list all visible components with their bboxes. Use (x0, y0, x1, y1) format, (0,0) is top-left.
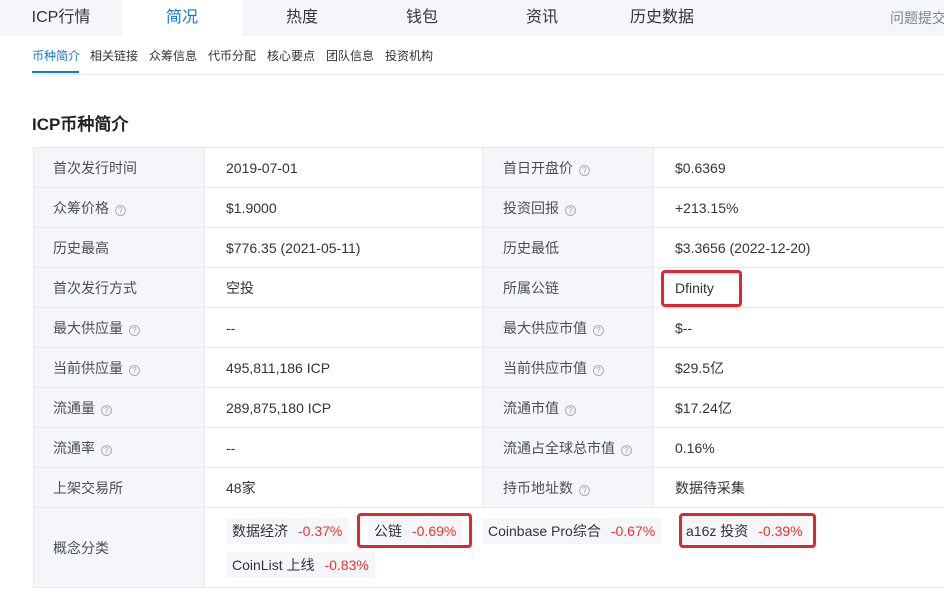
label-circulating-supply: 流通量? (33, 387, 205, 428)
tab-popularity[interactable]: 热度 (242, 0, 362, 36)
label-all-time-high: 历史最高 (33, 227, 205, 268)
help-icon[interactable]: ? (129, 364, 140, 376)
value-circulation-rate: -- (204, 427, 483, 468)
table-row: 最大供应量? -- 最大供应市值? $-- (33, 307, 944, 348)
value-crowdfund-price: $1.9000 (204, 187, 483, 228)
value-max-supply: -- (204, 307, 483, 348)
label-concept: 概念分类 (33, 507, 205, 588)
concept-tag[interactable]: 数据经济 -0.37% (226, 518, 349, 544)
help-icon[interactable]: ? (565, 204, 576, 216)
value-first-day-open: $0.6369 (653, 147, 944, 188)
subnav-investors[interactable]: 投资机构 (385, 47, 433, 64)
subnav-team-info[interactable]: 团队信息 (326, 47, 374, 64)
help-icon[interactable]: ? (579, 164, 590, 176)
help-icon[interactable]: ? (101, 404, 112, 416)
help-icon[interactable]: ? (593, 364, 604, 376)
value-global-cap-share: 0.16% (653, 427, 944, 468)
subnav-active-indicator (32, 71, 79, 73)
value-issue-method: 空投 (204, 267, 483, 308)
label-crowdfund-price: 众筹价格? (33, 187, 205, 228)
table-row: 上架交易所 48家 持币地址数? 数据待采集 (33, 467, 944, 508)
concept-tag[interactable]: a16z 投资 -0.39% (680, 518, 809, 544)
tab-overview[interactable]: 简况 (122, 0, 242, 36)
help-icon[interactable]: ? (579, 484, 590, 496)
help-icon[interactable]: ? (593, 324, 604, 336)
subnav-crowdfunding[interactable]: 众筹信息 (149, 47, 197, 64)
label-all-time-low: 历史最低 (482, 227, 654, 268)
label-max-supply: 最大供应量? (33, 307, 205, 348)
value-current-supply-cap: $29.5亿 (653, 347, 944, 388)
label-circulation-rate: 流通率? (33, 427, 205, 468)
concept-tag[interactable]: Coinbase Pro综合 -0.67% (482, 518, 662, 544)
label-public-chain: 所属公链 (482, 267, 654, 308)
value-first-issue-time: 2019-07-01 (204, 147, 483, 188)
help-icon[interactable]: ? (101, 444, 112, 456)
help-icon[interactable]: ? (565, 404, 576, 416)
tab-wallet[interactable]: 钱包 (362, 0, 482, 36)
concept-tag[interactable]: CoinList 上线 -0.83% (226, 552, 375, 578)
help-icon[interactable]: ? (621, 444, 632, 456)
subnav-token-distribution[interactable]: 代币分配 (208, 47, 256, 64)
label-issue-method: 首次发行方式 (33, 267, 205, 308)
table-row: 首次发行方式 空投 所属公链 Dfinity (33, 267, 944, 308)
value-all-time-high: $776.35 (2021-05-11) (204, 227, 483, 268)
label-max-supply-cap: 最大供应市值? (482, 307, 654, 348)
subnav-related-links[interactable]: 相关链接 (90, 47, 138, 64)
table-row: 当前供应量? 495,811,186 ICP 当前供应市值? $29.5亿 (33, 347, 944, 388)
tab-news[interactable]: 资讯 (482, 0, 602, 36)
label-global-cap-share: 流通占全球总市值? (482, 427, 654, 468)
value-max-supply-cap: $-- (653, 307, 944, 348)
table-row: 历史最高 $776.35 (2021-05-11) 历史最低 $3.3656 (… (33, 227, 944, 268)
table-row: 众筹价格? $1.9000 投资回报? +213.15% (33, 187, 944, 228)
value-current-supply: 495,811,186 ICP (204, 347, 483, 388)
tab-icp-market[interactable]: ICP行情 (0, 0, 122, 36)
value-circulating-supply: 289,875,180 ICP (204, 387, 483, 428)
value-listed-exchanges[interactable]: 48家 (204, 467, 483, 508)
label-current-supply: 当前供应量? (33, 347, 205, 388)
label-holder-addresses: 持币地址数? (482, 467, 654, 508)
subnav-key-points[interactable]: 核心要点 (267, 47, 315, 64)
table-row: 流通量? 289,875,180 ICP 流通市值? $17.24亿 (33, 387, 944, 428)
table-row: 流通率? -- 流通占全球总市值? 0.16% (33, 427, 944, 468)
value-circulating-cap: $17.24亿 (653, 387, 944, 428)
label-first-day-open: 首日开盘价? (482, 147, 654, 188)
report-issue-link[interactable]: 问题提交 (890, 0, 944, 36)
label-circulating-cap: 流通市值? (482, 387, 654, 428)
label-roi: 投资回报? (482, 187, 654, 228)
label-first-issue-time: 首次发行时间 (33, 147, 205, 188)
value-roi: +213.15% (653, 187, 944, 228)
value-all-time-low: $3.3656 (2022-12-20) (653, 227, 944, 268)
top-nav: ICP行情 简况 热度 钱包 资讯 历史数据 问题提交 (0, 0, 944, 36)
tab-history-data[interactable]: 历史数据 (602, 0, 722, 36)
concept-tag[interactable]: 公链 -0.69% (368, 518, 463, 544)
value-public-chain[interactable]: Dfinity (653, 267, 944, 308)
label-current-supply-cap: 当前供应市值? (482, 347, 654, 388)
subnav-coin-intro[interactable]: 币种简介 (32, 47, 80, 64)
table-row: 首次发行时间 2019-07-01 首日开盘价? $0.6369 (33, 147, 944, 188)
label-listed-exchanges: 上架交易所 (33, 467, 205, 508)
help-icon[interactable]: ? (115, 204, 126, 216)
help-icon[interactable]: ? (129, 324, 140, 336)
subnav-divider (32, 74, 944, 75)
value-holder-addresses: 数据待采集 (653, 467, 944, 508)
section-title: ICP币种简介 (32, 115, 129, 134)
